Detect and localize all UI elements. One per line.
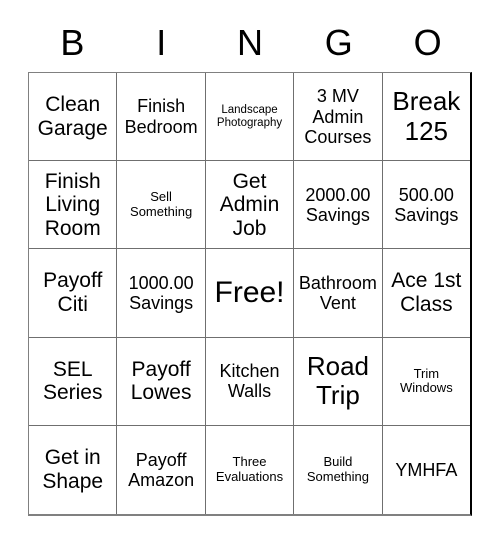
- bingo-cell[interactable]: Build Something: [294, 425, 383, 515]
- bingo-row: Get in Shape Payoff Amazon Three Evaluatio…: [29, 425, 470, 515]
- bingo-card: B I N G O Clean Garage Finish Bedroom Landscap…: [28, 14, 472, 516]
- bingo-cell[interactable]: Clean Garage: [29, 73, 118, 162]
- bingo-cell[interactable]: Payoff Citi: [29, 249, 118, 338]
- bingo-cell[interactable]: Finish Bedroom: [117, 73, 206, 162]
- bingo-header-letter-i: I: [156, 22, 167, 63]
- bingo-header-letter-b: B: [60, 22, 85, 63]
- bingo-header-row: BINGO: [28, 14, 472, 72]
- bingo-cell[interactable]: Bathroom Vent: [294, 249, 383, 338]
- bingo-header-letter-g: G: [324, 22, 353, 63]
- bingo-cell[interactable]: Landscape Photography: [205, 73, 295, 162]
- bingo-cell[interactable]: Trim Windows: [382, 338, 471, 426]
- bingo-cell[interactable]: Kitchen Walls: [205, 337, 295, 426]
- bingo-cell[interactable]: YMHFA: [383, 426, 470, 514]
- bingo-grid: Clean Garage Finish Bedroom Landscape Phot…: [28, 72, 472, 516]
- bingo-cell[interactable]: Get in Shape: [29, 425, 118, 515]
- bingo-cell[interactable]: 3 MV Admin Courses: [294, 73, 383, 162]
- bingo-cell[interactable]: Road Trip: [294, 337, 383, 426]
- bingo-free-space[interactable]: Free!: [205, 249, 295, 338]
- bingo-cell[interactable]: 500.00 Savings: [382, 161, 471, 250]
- bingo-cell[interactable]: Get Admin Job: [205, 161, 295, 250]
- bingo-header-letter-n: N: [236, 22, 263, 63]
- bingo-cell[interactable]: Payoff Lowes: [117, 337, 206, 426]
- bingo-cell[interactable]: Finish Living Room: [29, 161, 118, 250]
- bingo-header-letter-o: O: [413, 22, 442, 63]
- bingo-cell[interactable]: Three Evaluations: [206, 425, 295, 515]
- bingo-row: Clean Garage Finish Bedroom Landscape Phot…: [29, 73, 471, 162]
- bingo-cell[interactable]: 2000.00 Savings: [294, 161, 383, 250]
- bingo-row: SEL Series Payoff Lowes Kitchen Walls Road …: [29, 337, 471, 426]
- bingo-cell[interactable]: 1000.00 Savings: [117, 249, 206, 338]
- bingo-cell[interactable]: Ace 1st Class: [382, 249, 471, 338]
- bingo-cell[interactable]: Sell Something: [117, 161, 206, 250]
- bingo-cell[interactable]: Break 125: [382, 73, 471, 162]
- bingo-row: Finish Living Room Sell Something Get Admi…: [29, 161, 471, 250]
- bingo-row: Payoff Citi 1000.00 Savings Free! Bathroom …: [29, 249, 471, 338]
- bingo-cell[interactable]: SEL Series: [29, 337, 118, 426]
- bingo-cell[interactable]: Payoff Amazon: [117, 425, 206, 515]
